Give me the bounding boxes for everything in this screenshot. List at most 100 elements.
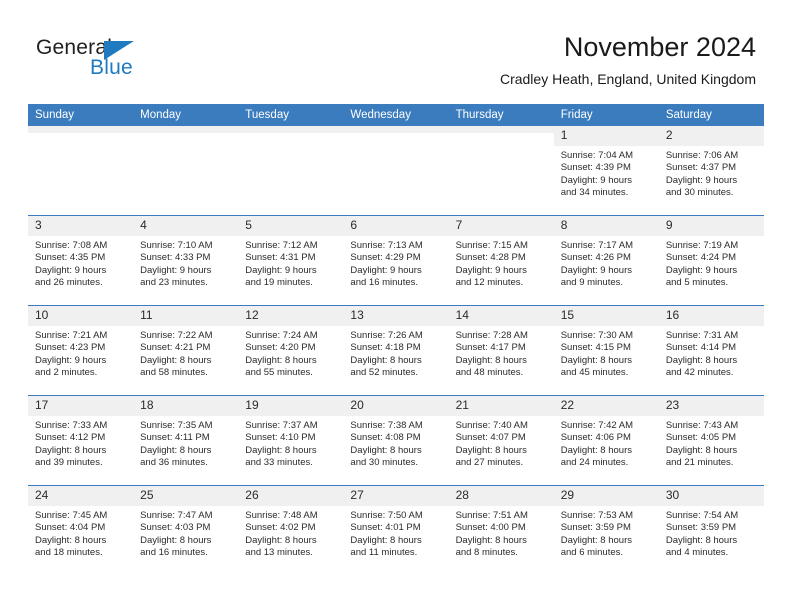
- calendar-day-cell[interactable]: 10 Sunrise: 7:21 AM Sunset: 4:23 PM Dayligh…: [28, 305, 134, 396]
- daylight-text-line1: Daylight: 8 hours: [665, 444, 738, 456]
- calendar-day-cell[interactable]: 1 Sunrise: 7:04 AM Sunset: 4:39 PM Daylight…: [553, 126, 659, 216]
- day-number: 3: [28, 216, 134, 236]
- daylight-text-line2: and 42 minutes.: [665, 367, 734, 379]
- calendar-day-cell[interactable]: 12 Sunrise: 7:24 AM Sunset: 4:20 PM Dayligh…: [238, 305, 344, 396]
- calendar-day-cell[interactable]: 11 Sunrise: 7:22 AM Sunset: 4:21 PM Dayligh…: [133, 305, 239, 396]
- sunrise-text: Sunrise: 7:04 AM: [560, 150, 634, 161]
- calendar-day-cell[interactable]: 4 Sunrise: 7:10 AM Sunset: 4:33 PM Daylight…: [133, 215, 239, 306]
- day-number: 17: [28, 396, 134, 416]
- calendar-day-cell[interactable]: 7 Sunrise: 7:15 AM Sunset: 4:28 PM Daylight…: [448, 215, 554, 306]
- sunrise-text: Sunrise: 7:42 AM: [560, 420, 634, 431]
- day-number: 20: [343, 396, 449, 416]
- daylight-text-line1: Daylight: 8 hours: [455, 354, 527, 366]
- calendar-day-cell[interactable]: 21 Sunrise: 7:40 AM Sunset: 4:07 PM Dayligh…: [448, 395, 554, 486]
- day-details: Sunrise: 7:40 AM Sunset: 4:07 PM Daylight:…: [449, 416, 554, 470]
- calendar-day-cell[interactable]: 27 Sunrise: 7:50 AM Sunset: 4:01 PM Dayligh…: [343, 485, 449, 575]
- calendar-day-cell[interactable]: 15 Sunrise: 7:30 AM Sunset: 4:15 PM Dayligh…: [553, 305, 659, 396]
- sunrise-text: Sunrise: 7:24 AM: [245, 330, 318, 341]
- sunrise-text: Sunrise: 7:13 AM: [350, 240, 423, 251]
- day-details: Sunrise: 7:43 AM Sunset: 4:05 PM Daylight:…: [659, 416, 764, 470]
- weekday-header-friday: Friday: [553, 104, 659, 126]
- day-details: Sunrise: 7:06 AM Sunset: 4:37 PM Daylight:…: [659, 146, 764, 200]
- day-details: Sunrise: 7:31 AM Sunset: 4:14 PM Daylight:…: [659, 326, 764, 380]
- daylight-text-line2: and 33 minutes.: [245, 457, 313, 469]
- day-number: 8: [553, 216, 659, 236]
- day-number: 22: [553, 396, 659, 416]
- sunset-text: Sunset: 4:21 PM: [140, 342, 211, 354]
- calendar-week-row: 24 Sunrise: 7:45 AM Sunset: 4:04 PM Dayligh…: [28, 485, 764, 575]
- calendar-day-cell[interactable]: 29 Sunrise: 7:53 AM Sunset: 3:59 PM Dayligh…: [553, 485, 659, 575]
- sunset-text: Sunset: 4:39 PM: [560, 162, 631, 174]
- weekday-header-tuesday: Tuesday: [238, 104, 344, 126]
- calendar-day-cell[interactable]: 24 Sunrise: 7:45 AM Sunset: 4:04 PM Dayligh…: [28, 485, 134, 575]
- calendar-day-cell[interactable]: 18 Sunrise: 7:35 AM Sunset: 4:11 PM Dayligh…: [133, 395, 239, 486]
- calendar-day-cell[interactable]: 3 Sunrise: 7:08 AM Sunset: 4:35 PM Daylight…: [28, 215, 134, 306]
- day-number: 11: [133, 306, 239, 326]
- sunrise-text: Sunrise: 7:48 AM: [245, 510, 318, 521]
- daylight-text-line1: Daylight: 8 hours: [455, 534, 527, 546]
- sunrise-text: Sunrise: 7:10 AM: [140, 240, 213, 251]
- calendar-day-cell[interactable]: 28 Sunrise: 7:51 AM Sunset: 4:00 PM Dayligh…: [448, 485, 554, 575]
- day-details: Sunrise: 7:08 AM Sunset: 4:35 PM Daylight:…: [28, 236, 133, 290]
- daylight-text-line2: and 34 minutes.: [560, 187, 629, 199]
- day-details: Sunrise: 7:53 AM Sunset: 3:59 PM Daylight:…: [554, 506, 659, 560]
- sunrise-text: Sunrise: 7:47 AM: [140, 510, 213, 521]
- daylight-text-line1: Daylight: 8 hours: [560, 444, 632, 456]
- calendar-day-cell[interactable]: 5 Sunrise: 7:12 AM Sunset: 4:31 PM Daylight…: [238, 215, 344, 306]
- day-details: Sunrise: 7:26 AM Sunset: 4:18 PM Daylight:…: [343, 326, 448, 380]
- calendar-day-cell[interactable]: 26 Sunrise: 7:48 AM Sunset: 4:02 PM Dayligh…: [238, 485, 344, 575]
- day-number: [343, 126, 449, 133]
- day-details: Sunrise: 7:12 AM Sunset: 4:31 PM Daylight:…: [238, 236, 343, 290]
- sunrise-text: Sunrise: 7:51 AM: [455, 510, 528, 521]
- sunset-text: Sunset: 4:28 PM: [455, 252, 526, 264]
- day-details: Sunrise: 7:51 AM Sunset: 4:00 PM Daylight:…: [449, 506, 554, 560]
- daylight-text-line1: Daylight: 9 hours: [665, 264, 738, 276]
- day-details: Sunrise: 7:48 AM Sunset: 4:02 PM Daylight:…: [238, 506, 343, 560]
- day-details: Sunrise: 7:04 AM Sunset: 4:39 PM Daylight:…: [554, 146, 659, 200]
- daylight-text-line1: Daylight: 9 hours: [455, 264, 527, 276]
- daylight-text-line2: and 36 minutes.: [140, 457, 208, 469]
- daylight-text-line2: and 18 minutes.: [35, 547, 103, 559]
- page-location: Cradley Heath, England, United Kingdom: [499, 71, 756, 87]
- weekday-header-monday: Monday: [133, 104, 239, 126]
- sunrise-text: Sunrise: 7:08 AM: [35, 240, 108, 251]
- daylight-text-line1: Daylight: 8 hours: [35, 444, 107, 456]
- calendar-day-cell[interactable]: 23 Sunrise: 7:43 AM Sunset: 4:05 PM Dayligh…: [658, 395, 764, 486]
- sunrise-text: Sunrise: 7:33 AM: [35, 420, 108, 431]
- daylight-text-line2: and 4 minutes.: [665, 547, 729, 559]
- calendar-week-row: 1 Sunrise: 7:04 AM Sunset: 4:39 PM Daylight…: [28, 126, 764, 216]
- calendar-day-cell[interactable]: 16 Sunrise: 7:31 AM Sunset: 4:14 PM Dayligh…: [658, 305, 764, 396]
- calendar-day-cell[interactable]: 22 Sunrise: 7:42 AM Sunset: 4:06 PM Dayligh…: [553, 395, 659, 486]
- calendar-day-cell[interactable]: 13 Sunrise: 7:26 AM Sunset: 4:18 PM Dayligh…: [343, 305, 449, 396]
- calendar-day-cell[interactable]: 20 Sunrise: 7:38 AM Sunset: 4:08 PM Dayligh…: [343, 395, 449, 486]
- sunset-text: Sunset: 4:08 PM: [350, 432, 421, 444]
- brand-logo[interactable]: General Blue: [36, 36, 236, 82]
- calendar-day-cell[interactable]: 14 Sunrise: 7:28 AM Sunset: 4:17 PM Dayligh…: [448, 305, 554, 396]
- sunset-text: Sunset: 3:59 PM: [560, 522, 631, 534]
- calendar-day-cell[interactable]: 19 Sunrise: 7:37 AM Sunset: 4:10 PM Dayligh…: [238, 395, 344, 486]
- sunrise-text: Sunrise: 7:17 AM: [560, 240, 634, 251]
- day-number: 2: [658, 126, 764, 146]
- calendar-day-cell[interactable]: 30 Sunrise: 7:54 AM Sunset: 3:59 PM Dayligh…: [658, 485, 764, 575]
- day-details: Sunrise: 7:45 AM Sunset: 4:04 PM Daylight:…: [28, 506, 133, 560]
- calendar-day-cell[interactable]: 17 Sunrise: 7:33 AM Sunset: 4:12 PM Dayligh…: [28, 395, 134, 486]
- sunset-text: Sunset: 4:31 PM: [245, 252, 316, 264]
- sunset-text: Sunset: 4:29 PM: [350, 252, 421, 264]
- page-title: November 2024: [563, 32, 756, 62]
- calendar-day-cell[interactable]: 25 Sunrise: 7:47 AM Sunset: 4:03 PM Dayligh…: [133, 485, 239, 575]
- daylight-text-line1: Daylight: 8 hours: [140, 444, 212, 456]
- sunrise-text: Sunrise: 7:21 AM: [35, 330, 108, 341]
- daylight-text-line1: Daylight: 8 hours: [455, 444, 527, 456]
- weekday-header-sunday: Sunday: [28, 104, 134, 126]
- daylight-text-line2: and 6 minutes.: [560, 547, 624, 559]
- daylight-text-line1: Daylight: 9 hours: [560, 264, 632, 276]
- calendar-day-cell[interactable]: 6 Sunrise: 7:13 AM Sunset: 4:29 PM Daylight…: [343, 215, 449, 306]
- calendar-day-cell[interactable]: 2 Sunrise: 7:06 AM Sunset: 4:37 PM Daylight…: [658, 126, 764, 216]
- day-details: Sunrise: 7:42 AM Sunset: 4:06 PM Daylight:…: [554, 416, 659, 470]
- calendar-day-cell[interactable]: 8 Sunrise: 7:17 AM Sunset: 4:26 PM Daylight…: [553, 215, 659, 306]
- calendar-header-row: Sunday Monday Tuesday Wednesday Thursday…: [28, 104, 764, 126]
- day-details: Sunrise: 7:13 AM Sunset: 4:29 PM Daylight:…: [343, 236, 448, 290]
- daylight-text-line2: and 30 minutes.: [350, 457, 419, 469]
- calendar-day-cell[interactable]: 9 Sunrise: 7:19 AM Sunset: 4:24 PM Daylight…: [658, 215, 764, 306]
- daylight-text-line2: and 12 minutes.: [455, 277, 524, 289]
